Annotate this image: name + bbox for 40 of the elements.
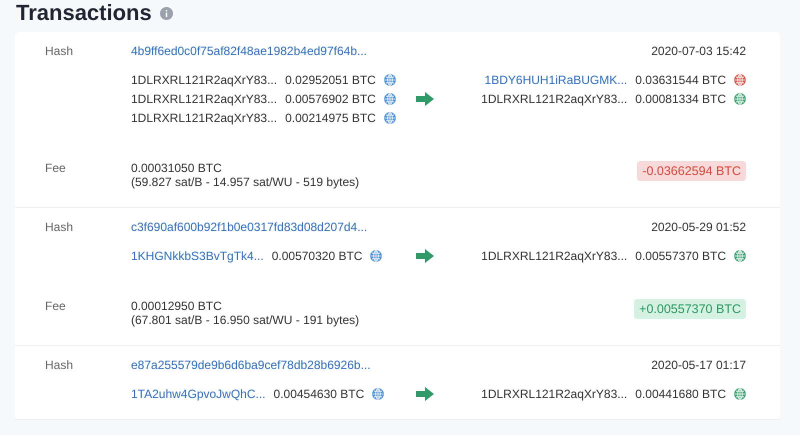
fee-amount: 0.00031050 BTC [131,161,223,175]
arrow-icon [416,249,434,263]
amount: 0.00570320 BTC [272,249,362,263]
address: 1DLRXRL121R2aqXrY83... [481,387,628,401]
fee-detail: (59.827 sat/B - 14.957 sat/WU - 519 bytes) [131,175,360,189]
address-link[interactable]: 1BDY6HUH1iRaBUGMK... [484,73,628,87]
address-link[interactable]: 1KHGNkkbS3BvTgTk4... [131,249,264,263]
amount: 0.00557370 BTC [635,249,726,263]
address: 1DLRXRL121R2aqXrY83... [131,111,278,125]
fee-label: Fee [45,161,67,177]
address: 1DLRXRL121R2aqXrY83... [481,92,628,106]
amount: 0.02952051 BTC [285,73,376,87]
date-time: 2020-05-29 01:52 [650,220,746,234]
amount: 0.00081334 BTC [635,92,726,106]
address: 1DLRXRL121R2aqXrY83... [131,73,278,87]
amount: 0.00576902 BTC [285,92,376,106]
hash-link[interactable]: c3f690af600b92f1b0e0317fd83d08d207d4... [131,220,411,234]
address-link[interactable]: 1TA2uhw4GpvoJwQhC... [131,387,266,401]
fee-amount: 0.00012950 BTC [131,299,223,313]
address: 1DLRXRL121R2aqXrY83... [131,92,278,106]
arrow-icon [416,387,434,401]
fee-detail: (67.801 sat/B - 16.950 sat/WU - 191 bytes) [131,313,360,327]
page-title: Transactions [16,0,152,26]
date-time: 2020-05-17 01:17 [650,358,746,372]
balance-change: -0.03662594 BTC [637,161,746,181]
amount: 0.00214975 BTC [285,111,376,125]
hash-label: Hash [45,220,74,234]
info-icon[interactable] [160,6,173,20]
address: 1DLRXRL121R2aqXrY83... [481,249,628,263]
hash-label: Hash [45,358,74,372]
balance-change: +0.00557370 BTC [634,299,746,319]
date-time: 2020-07-03 15:42 [650,44,746,58]
amount: 0.00441680 BTC [635,387,726,401]
amount: 0.03631544 BTC [635,73,726,87]
hash-link[interactable]: e87a255579de9b6d6ba9cef78db28b6926b... [131,358,411,372]
hash-link[interactable]: 4b9ff6ed0c0f75af82f48ae1982b4ed97f64b... [131,44,411,58]
hash-label: Hash [45,44,74,58]
amount: 0.00454630 BTC [274,387,364,401]
arrow-icon [416,92,434,106]
fee-label: Fee [45,299,67,315]
